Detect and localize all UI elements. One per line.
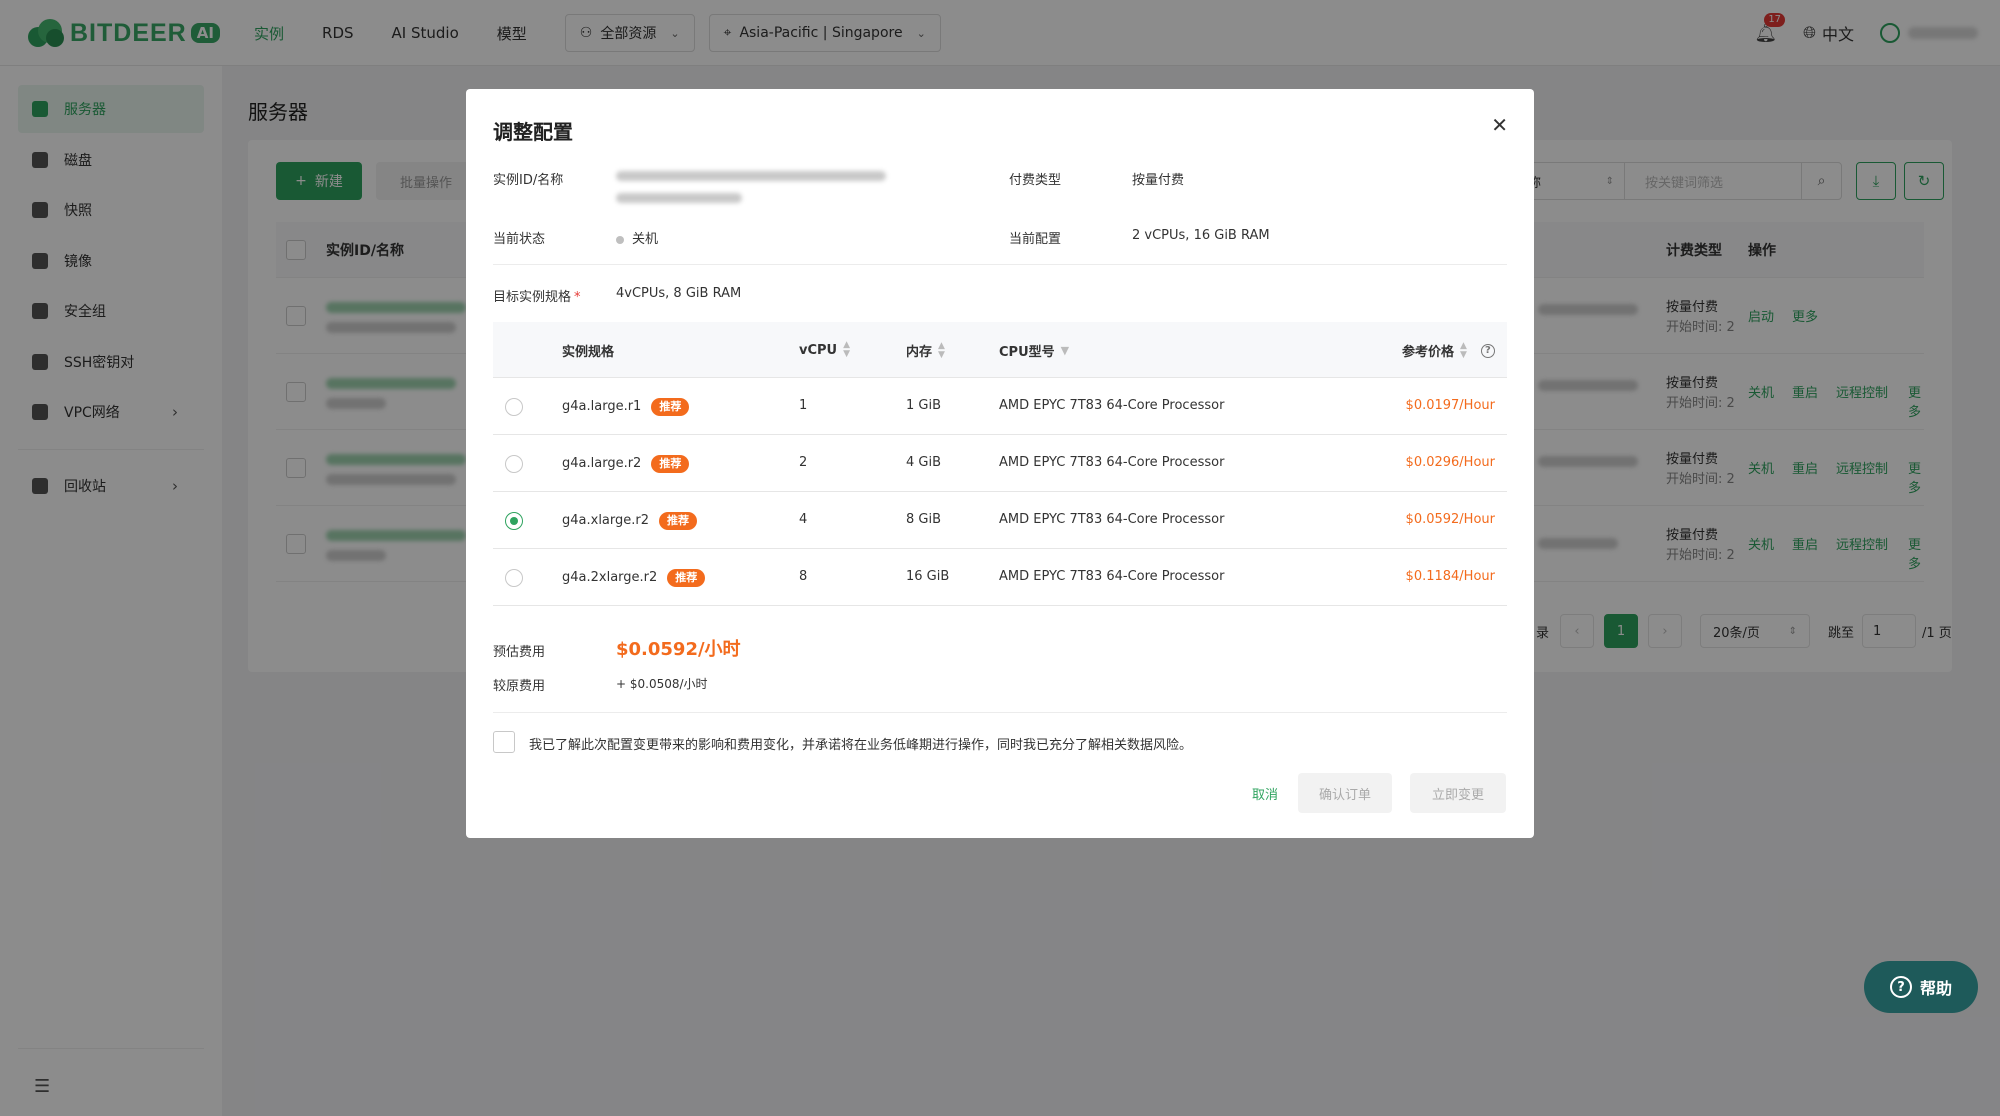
column-memory[interactable]: 内存 ▲ ▼ [906, 341, 945, 360]
status-text: 关机 [632, 232, 659, 247]
memory-cell: 1 GiB [906, 398, 942, 413]
vcpu-cell: 4 [799, 512, 808, 527]
vcpu-cell: 8 [799, 569, 808, 584]
current-config-value: 2 vCPUs, 16 GiB RAM [1132, 228, 1270, 243]
vcpu-cell: 2 [799, 455, 808, 470]
column-cpu-model-label: CPU型号 [999, 345, 1055, 360]
spec-name-cell: g4a.2xlarge.r2 推荐 [562, 569, 706, 587]
status-label: 当前状态 [493, 232, 546, 247]
column-vcpu-label: vCPU [799, 342, 838, 358]
close-icon[interactable]: ✕ [1491, 115, 1508, 135]
column-price[interactable]: 参考价格 ▲ ▼? [1402, 341, 1495, 360]
sort-icon: ▲ ▼ [843, 340, 851, 359]
recommend-tag: 推荐 [667, 569, 706, 587]
current-config-label: 当前配置 [1009, 232, 1062, 247]
memory-cell: 8 GiB [906, 512, 942, 527]
instance-name-blurred [616, 193, 742, 203]
target-spec-label: 目标实例规格 * [493, 286, 581, 305]
recommend-tag: 推荐 [659, 512, 698, 530]
cpu-model-cell: AMD EPYC 7T83 64-Core Processor [999, 512, 1225, 527]
spec-radio[interactable] [505, 455, 523, 473]
spec-row[interactable]: g4a.2xlarge.r2 推荐 8 16 GiB AMD EPYC 7T83 … [493, 549, 1507, 606]
filter-funnel-icon[interactable]: ▼ [1061, 344, 1069, 357]
spec-name: g4a.2xlarge.r2 [562, 570, 658, 585]
status-value: 关机 [616, 228, 658, 247]
cpu-model-cell: AMD EPYC 7T83 64-Core Processor [999, 569, 1225, 584]
vcpu-cell: 1 [799, 398, 808, 413]
price-cell: $0.0592/Hour [1405, 512, 1495, 527]
spec-row[interactable]: g4a.large.r2 推荐 2 4 GiB AMD EPYC 7T83 64-… [493, 435, 1507, 492]
price-cell: $0.1184/Hour [1405, 569, 1495, 584]
column-spec: 实例规格 [562, 341, 614, 360]
spec-name: g4a.large.r1 [562, 399, 642, 414]
help-floating-button[interactable]: ? 帮助 [1864, 961, 1978, 1013]
help-circle-icon[interactable]: ? [1480, 343, 1495, 358]
spec-name-cell: g4a.large.r2 推荐 [562, 455, 690, 473]
spec-radio[interactable] [505, 398, 523, 416]
cost-diff-value: + $0.0508/小时 [616, 677, 708, 691]
estimated-cost-label: 预估费用 [493, 645, 546, 660]
spec-row[interactable]: g4a.large.r1 推荐 1 1 GiB AMD EPYC 7T83 64-… [493, 378, 1507, 435]
memory-cell: 16 GiB [906, 569, 950, 584]
column-spec-label: 实例规格 [562, 345, 615, 360]
change-now-button[interactable]: 立即变更 [1410, 773, 1506, 813]
price-cell: $0.0296/Hour [1405, 455, 1495, 470]
target-spec-value: 4vCPUs, 8 GiB RAM [616, 286, 742, 301]
spec-row[interactable]: g4a.xlarge.r2 推荐 4 8 GiB AMD EPYC 7T83 64… [493, 492, 1507, 549]
pay-type-label: 付费类型 [1009, 173, 1062, 188]
target-spec-label-text: 目标实例规格 [493, 290, 572, 305]
sort-icon: ▲ ▼ [1460, 340, 1467, 360]
divider [493, 712, 1507, 713]
instance-id-blurred [616, 171, 886, 181]
spec-radio-selected[interactable] [505, 512, 523, 530]
help-label: 帮助 [1919, 979, 1952, 998]
column-vcpu[interactable]: vCPU ▲ ▼ [799, 341, 850, 359]
spec-name: g4a.xlarge.r2 [562, 513, 650, 528]
cost-diff-label: 较原费用 [493, 679, 546, 694]
dialog-title: 调整配置 [493, 120, 573, 144]
spec-name-cell: g4a.large.r1 推荐 [562, 398, 690, 416]
agreement-text: 我已了解此次配置变更带来的影响和费用变化，并承诺将在业务低峰期进行操作，同时我已… [529, 738, 1193, 753]
column-price-label: 参考价格 [1402, 345, 1455, 360]
instance-id-label: 实例ID/名称 [493, 173, 564, 188]
estimated-cost-value: $0.0592/小时 [616, 639, 741, 660]
status-dot-icon [616, 235, 624, 244]
pay-type-value: 按量付费 [1132, 173, 1185, 188]
resize-config-dialog: 调整配置 ✕ 实例ID/名称 付费类型 按量付费 当前状态 关机 当前配置 2 … [466, 89, 1534, 838]
spec-name-cell: g4a.xlarge.r2 推荐 [562, 512, 698, 530]
column-cpu-model[interactable]: CPU型号 ▼ [999, 341, 1069, 360]
recommend-tag: 推荐 [651, 455, 690, 473]
agreement-checkbox[interactable] [493, 731, 515, 753]
recommend-tag: 推荐 [651, 398, 690, 416]
question-circle-icon: ? [1889, 976, 1912, 998]
spec-name: g4a.large.r2 [562, 456, 642, 471]
sort-icon: ▲ ▼ [938, 340, 945, 360]
memory-cell: 4 GiB [906, 455, 942, 470]
spec-table-header: 实例规格 vCPU ▲ ▼ 内存 ▲ ▼ CPU型号 ▼ 参考价格 ▲ ▼? [493, 322, 1507, 378]
cancel-button[interactable]: 取消 [1228, 773, 1302, 813]
confirm-order-button[interactable]: 确认订单 [1298, 773, 1392, 813]
column-memory-label: 内存 [906, 345, 933, 360]
spec-radio[interactable] [505, 569, 523, 587]
cpu-model-cell: AMD EPYC 7T83 64-Core Processor [999, 455, 1225, 470]
divider [493, 264, 1507, 265]
cpu-model-cell: AMD EPYC 7T83 64-Core Processor [999, 398, 1225, 413]
required-asterisk: * [574, 290, 581, 305]
price-cell: $0.0197/Hour [1405, 398, 1495, 413]
